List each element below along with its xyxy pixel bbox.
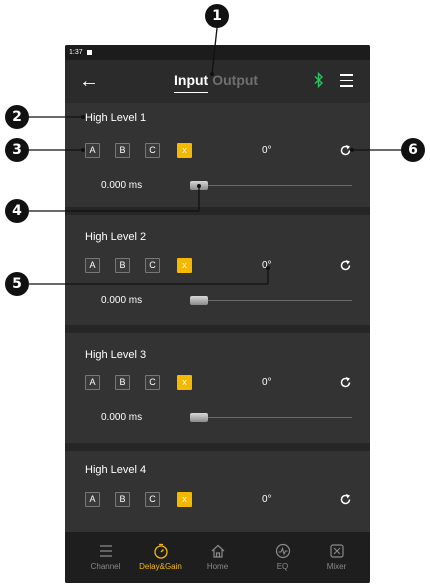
callout-2: 2 xyxy=(5,105,29,129)
callout-3: 3 xyxy=(5,138,29,162)
callout-6: 6 xyxy=(401,138,425,162)
callout-4: 4 xyxy=(5,199,29,223)
callout-1: 1 xyxy=(205,4,229,28)
callout-lines xyxy=(26,27,407,285)
callout-5: 5 xyxy=(5,272,29,296)
